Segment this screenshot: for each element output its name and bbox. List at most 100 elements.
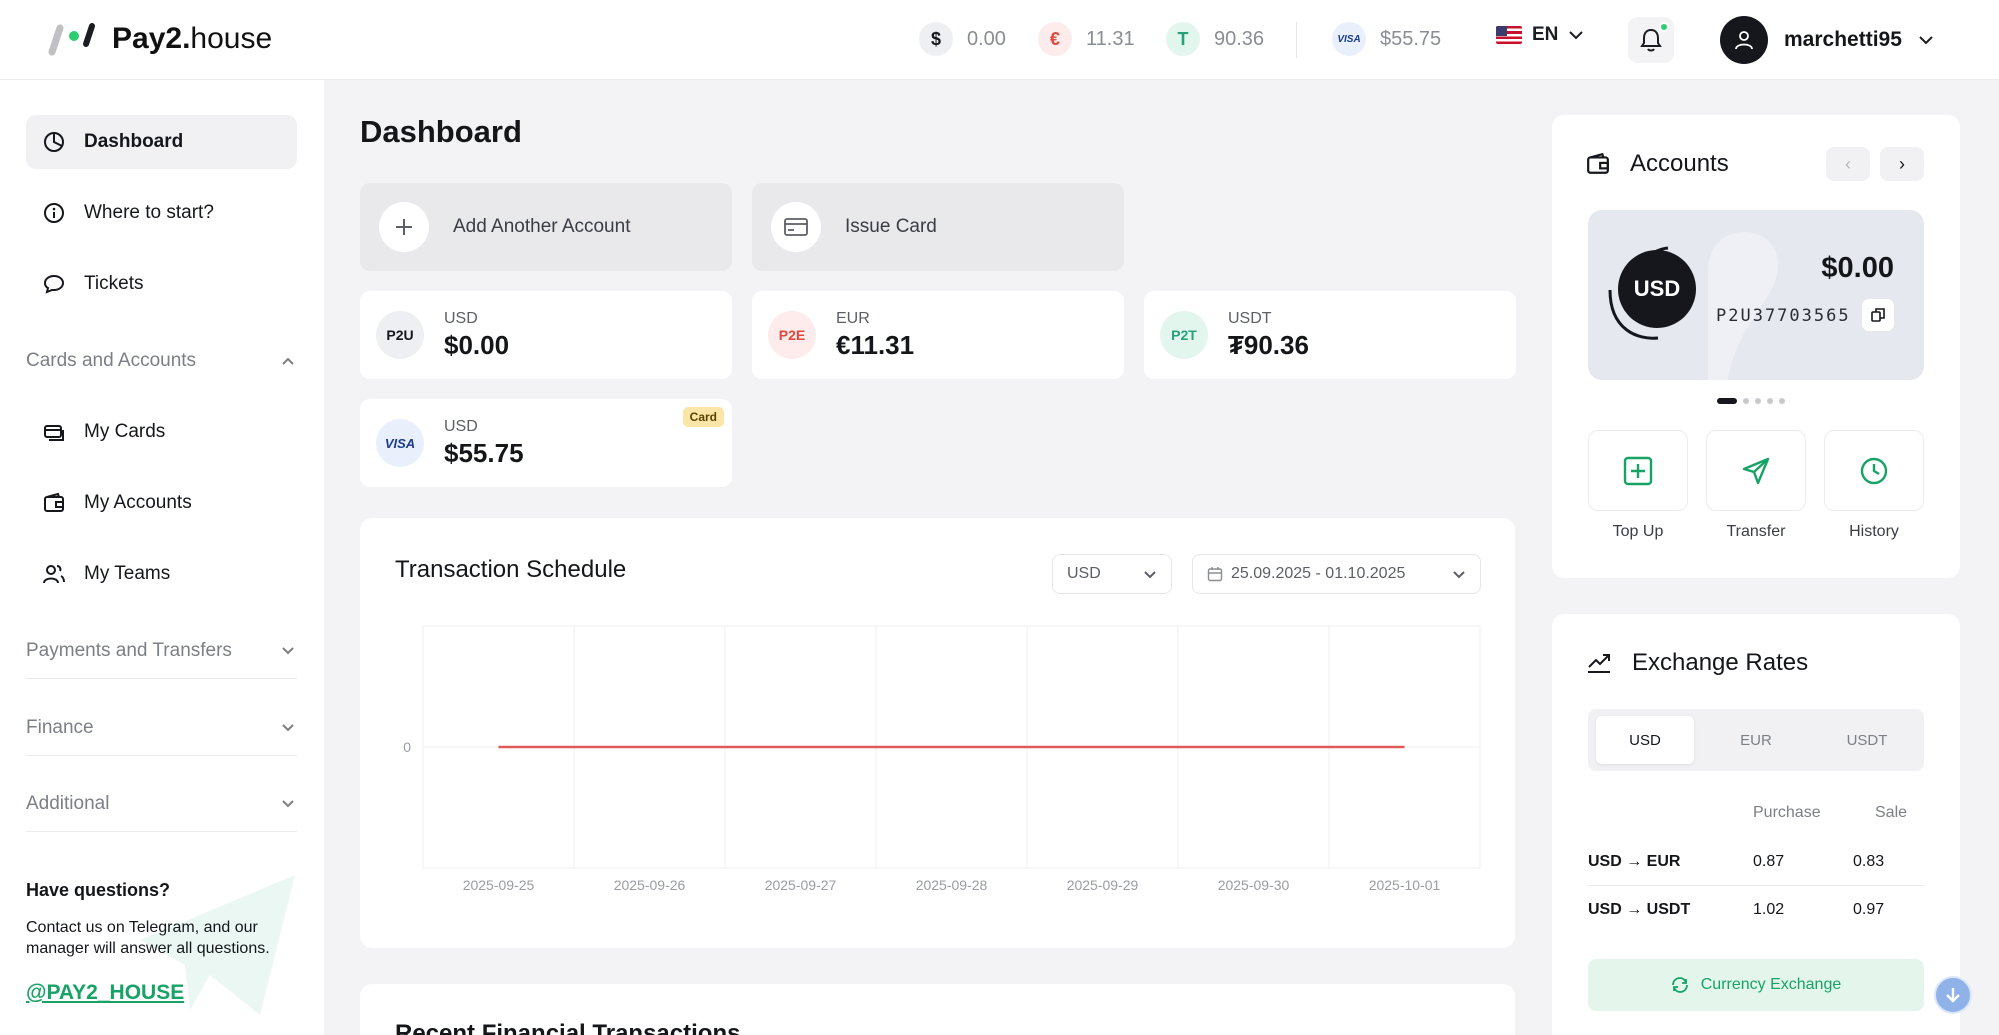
plus-square-icon bbox=[1623, 456, 1653, 485]
tab-usd[interactable]: USD bbox=[1596, 716, 1694, 764]
transaction-schedule-panel: 0 2025-09-25 2025-09-26 2025-09-27 2025-09-2… bbox=[360, 518, 1515, 948]
balance-eur[interactable]: € 11.31 bbox=[1038, 22, 1135, 56]
recent-transactions-title: Recent Financial Transactions bbox=[395, 1020, 741, 1035]
y-tick-label: 0 bbox=[403, 739, 411, 755]
balance-usd[interactable]: $ 0.00 bbox=[919, 22, 1006, 56]
clock-icon bbox=[1860, 457, 1888, 484]
username: marchetti95 bbox=[1784, 28, 1902, 51]
date-range-picker[interactable]: 25.09.2025 - 01.10.2025 bbox=[1192, 554, 1481, 594]
users-icon bbox=[42, 562, 66, 586]
tether-icon: T bbox=[1166, 22, 1200, 56]
account-balance: $0.00 bbox=[1821, 252, 1894, 284]
purchase-header: Purchase bbox=[1753, 804, 1821, 821]
euro-icon: € bbox=[1038, 22, 1072, 56]
account-currency-badge: USD bbox=[1618, 250, 1696, 328]
next-account-button[interactable]: › bbox=[1880, 147, 1924, 181]
chevron-down-icon bbox=[1569, 31, 1584, 40]
tab-eur[interactable]: EUR bbox=[1707, 716, 1805, 764]
carousel-dot[interactable] bbox=[1767, 398, 1773, 404]
x-tick-label: 2025-09-26 bbox=[614, 877, 686, 893]
card-badge: Card bbox=[682, 407, 724, 427]
top-up-button[interactable]: Top Up bbox=[1588, 430, 1688, 541]
tab-usdt[interactable]: USDT bbox=[1818, 716, 1916, 764]
history-button[interactable]: History bbox=[1824, 430, 1924, 541]
carousel-dot[interactable] bbox=[1743, 398, 1749, 404]
x-tick-label: 2025-10-01 bbox=[1369, 877, 1441, 893]
chevron-down-icon bbox=[282, 724, 294, 732]
logo[interactable]: Pay2.house bbox=[46, 22, 272, 56]
x-tick-label: 2025-09-27 bbox=[765, 877, 837, 893]
visa-icon: VISA bbox=[376, 419, 424, 467]
user-menu[interactable]: marchetti95 bbox=[1720, 16, 1934, 64]
account-card-usd[interactable]: P2U USD $0.00 bbox=[360, 291, 732, 379]
currency-select[interactable]: USD bbox=[1052, 554, 1172, 594]
carousel-dots bbox=[1717, 398, 1785, 404]
logo-text: Pay2.house bbox=[112, 22, 273, 55]
sale-header: Sale bbox=[1875, 804, 1908, 821]
chevron-down-icon bbox=[1919, 36, 1933, 45]
sidebar-item-my-teams[interactable]: My Teams bbox=[26, 547, 297, 601]
sidebar-group-additional[interactable]: Additional bbox=[26, 776, 297, 832]
logo-mark-icon bbox=[46, 22, 98, 56]
telegram-link[interactable]: @PAY2_HOUSE bbox=[26, 981, 306, 1005]
user-icon bbox=[1735, 31, 1753, 50]
prev-account-button[interactable]: ‹ bbox=[1826, 147, 1870, 181]
account-card-eur[interactable]: P2E EUR €11.31 bbox=[752, 291, 1124, 379]
exchange-rates-header: Exchange Rates bbox=[1586, 649, 1808, 677]
carousel-dot[interactable] bbox=[1779, 398, 1785, 404]
chevron-down-icon bbox=[282, 800, 294, 808]
header-divider bbox=[1296, 22, 1297, 58]
sidebar-item-tickets[interactable]: Tickets bbox=[26, 257, 297, 311]
chevron-left-icon: ‹ bbox=[1845, 153, 1851, 174]
rate-currency-tabs: USD EUR USDT bbox=[1588, 709, 1924, 771]
bell-icon bbox=[1640, 28, 1662, 52]
recent-transactions-panel: Recent Financial Transactions bbox=[360, 984, 1515, 1035]
account-card-visa[interactable]: VISA USD $55.75 Card bbox=[360, 399, 732, 487]
carousel-dot[interactable] bbox=[1755, 398, 1761, 404]
top-bar: Pay2.house $ 0.00 € 11.31 T 90.36 VISA $… bbox=[0, 0, 1999, 80]
page-title: Dashboard bbox=[360, 114, 522, 149]
account-card-usdt[interactable]: P2T USDT ₮90.36 bbox=[1144, 291, 1516, 379]
balance-usdt[interactable]: T 90.36 bbox=[1166, 22, 1264, 56]
currency-exchange-button[interactable]: Currency Exchange bbox=[1588, 959, 1924, 1011]
sidebar-group-finance[interactable]: Finance bbox=[26, 700, 297, 756]
add-account-button[interactable]: Add Another Account bbox=[360, 183, 732, 271]
sidebar-item-dashboard[interactable]: Dashboard bbox=[26, 115, 297, 169]
wallet-icon bbox=[1587, 152, 1609, 174]
copy-icon bbox=[1871, 308, 1885, 322]
chevron-right-icon: › bbox=[1899, 153, 1905, 174]
dollar-icon: $ bbox=[919, 22, 953, 56]
chevron-up-icon bbox=[282, 357, 294, 365]
language-selector[interactable]: EN bbox=[1496, 24, 1584, 46]
sidebar-group-payments[interactable]: Payments and Transfers bbox=[26, 623, 297, 679]
account-badge: P2E bbox=[768, 311, 816, 359]
account-badge: P2U bbox=[376, 311, 424, 359]
credit-card-icon bbox=[771, 202, 821, 252]
accounts-header: Accounts bbox=[1586, 150, 1729, 178]
sidebar-item-where-to-start[interactable]: Where to start? bbox=[26, 186, 297, 240]
issue-card-button[interactable]: Issue Card bbox=[752, 183, 1124, 271]
pie-chart-icon bbox=[42, 130, 66, 154]
us-flag-icon bbox=[1496, 26, 1522, 44]
cards-icon bbox=[42, 420, 66, 444]
transfer-button[interactable]: Transfer bbox=[1706, 430, 1806, 541]
accounts-panel: Accounts ‹ › USD $0.00 P2U37703565 Top U… bbox=[1552, 115, 1960, 578]
rate-row: USD → USDT 1.02 0.97 bbox=[1588, 901, 1885, 918]
x-tick-label: 2025-09-25 bbox=[463, 877, 535, 893]
sidebar-group-cards-accounts[interactable]: Cards and Accounts bbox=[26, 333, 297, 389]
scroll-down-button[interactable] bbox=[1934, 976, 1972, 1014]
sidebar-item-my-accounts[interactable]: My Accounts bbox=[26, 476, 297, 530]
chat-bubble-icon bbox=[42, 272, 66, 296]
send-icon bbox=[1742, 457, 1770, 484]
visa-icon: VISA bbox=[1332, 22, 1366, 56]
refresh-icon bbox=[1671, 977, 1688, 993]
copy-button[interactable] bbox=[1862, 299, 1894, 331]
carousel-dot[interactable] bbox=[1717, 398, 1737, 404]
avatar bbox=[1720, 16, 1768, 64]
account-hero-card[interactable]: USD $0.00 P2U37703565 bbox=[1588, 210, 1924, 380]
exchange-rates-panel: Exchange Rates USD EUR USDT Purchase Sal… bbox=[1552, 614, 1960, 1035]
notifications-button[interactable] bbox=[1628, 17, 1674, 63]
sidebar-item-my-cards[interactable]: My Cards bbox=[26, 405, 297, 459]
chart-title: Transaction Schedule bbox=[395, 556, 627, 583]
balance-card[interactable]: VISA $55.75 bbox=[1332, 22, 1441, 56]
